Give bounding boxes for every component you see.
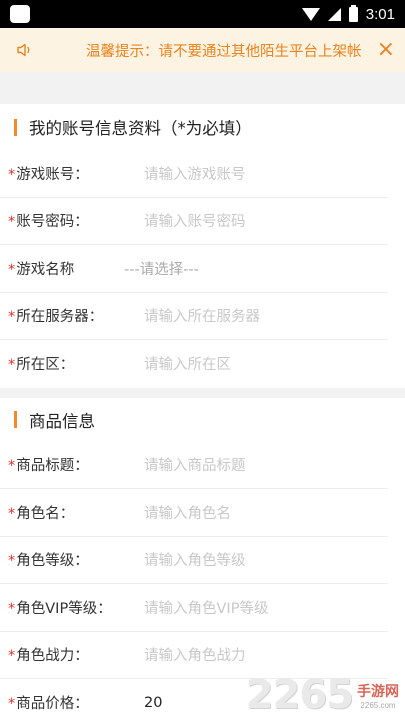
field-label: 角色VIP等级： (16, 600, 112, 617)
watermark-url: 2265.com (360, 700, 396, 710)
product-title-input[interactable]: 请输入商品标题 (144, 454, 246, 475)
product-title-row[interactable]: *商品标题： 请输入商品标题 (0, 442, 388, 489)
zone-row[interactable]: *所在区： 请输入所在区 (0, 340, 388, 388)
field-label: 所在服务器： (16, 309, 104, 326)
field-label: 所在区： (16, 357, 75, 374)
required-mark: * (8, 357, 16, 374)
notice-text: 温馨提示：请不要通过其他陌生平台上架帐 (86, 43, 362, 60)
field-label: 账号密码： (16, 214, 89, 231)
role-vip-level-input[interactable]: 请输入角色VIP等级 (144, 597, 268, 618)
field-label: 商品标题： (16, 458, 89, 475)
section-accent-bar (14, 118, 17, 136)
required-mark: * (8, 309, 16, 326)
field-label: 游戏名称 (16, 261, 75, 278)
required-mark: * (8, 166, 16, 183)
section-divider (0, 387, 405, 398)
game-name-row[interactable]: *游戏名称 ---请选择--- (0, 245, 388, 293)
battery-icon (348, 4, 358, 22)
required-mark: * (8, 458, 16, 475)
app-notification-icon (10, 5, 30, 23)
notice-banner: 温馨提示：请不要通过其他陌生平台上架帐 × (0, 28, 405, 72)
account-password-input[interactable]: 请输入账号密码 (144, 210, 246, 231)
speaker-icon (17, 43, 30, 57)
required-mark: * (8, 553, 16, 570)
role-level-input[interactable]: 请输入角色等级 (144, 549, 246, 570)
server-input[interactable]: 请输入所在服务器 (144, 305, 260, 326)
required-mark: * (8, 214, 16, 231)
close-icon[interactable]: × (377, 39, 395, 61)
account-info-section: 我的账号信息资料（*为必填） *游戏账号： 请输入游戏账号 *账号密码： 请输入… (0, 104, 405, 388)
section-header: 商品信息 (0, 398, 405, 442)
section-title: 我的账号信息资料（*为必填） (29, 119, 252, 138)
zone-input[interactable]: 请输入所在区 (144, 353, 231, 374)
game-account-row[interactable]: *游戏账号： 请输入游戏账号 (0, 150, 388, 198)
field-label: 商品价格： (16, 696, 89, 713)
section-header: 我的账号信息资料（*为必填） (0, 104, 405, 150)
server-row[interactable]: *所在服务器： 请输入所在服务器 (0, 293, 388, 340)
field-label: 角色名： (16, 505, 75, 522)
signal-icon (327, 7, 341, 21)
required-mark: * (8, 600, 16, 617)
status-time: 3:01 (365, 5, 395, 23)
required-mark: * (8, 261, 16, 278)
watermark-name: 手游网 (357, 683, 399, 700)
section-accent-bar (14, 411, 17, 428)
status-bar: 3:01 (0, 0, 405, 28)
role-vip-level-row[interactable]: *角色VIP等级： 请输入角色VIP等级 (0, 584, 388, 632)
required-mark: * (8, 505, 16, 522)
section-title: 商品信息 (29, 411, 95, 431)
required-mark: * (8, 696, 16, 713)
field-label: 游戏账号： (16, 166, 89, 183)
field-label: 角色等级： (16, 553, 89, 570)
watermark-number: 2265 (245, 672, 354, 718)
section-divider (0, 72, 405, 104)
game-account-input[interactable]: 请输入游戏账号 (144, 163, 246, 184)
wifi-icon (301, 7, 320, 21)
role-level-row[interactable]: *角色等级： 请输入角色等级 (0, 537, 388, 584)
site-watermark: 2265 手游网 2265.com (246, 672, 399, 718)
account-password-row[interactable]: *账号密码： 请输入账号密码 (0, 198, 388, 245)
role-name-input[interactable]: 请输入角色名 (144, 502, 231, 523)
field-label: 角色战力： (16, 648, 89, 665)
product-price-input[interactable]: 20 (144, 695, 162, 711)
game-name-select[interactable]: ---请选择--- (124, 258, 199, 279)
role-power-input[interactable]: 请输入角色战力 (144, 644, 246, 665)
role-name-row[interactable]: *角色名： 请输入角色名 (0, 489, 388, 537)
required-mark: * (8, 648, 16, 665)
